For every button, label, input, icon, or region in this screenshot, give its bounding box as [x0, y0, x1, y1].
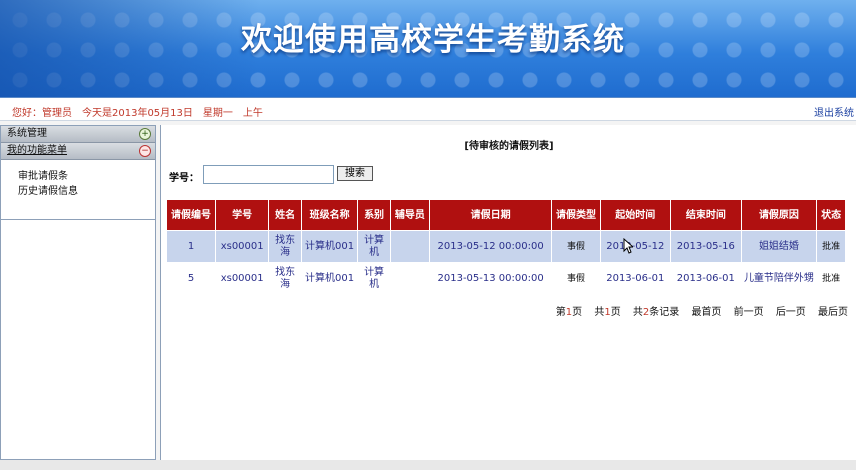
- table-cell: 5: [165, 262, 217, 295]
- table-cell: 2013-06-01: [670, 262, 742, 295]
- total-pages: 共1页: [594, 307, 620, 318]
- greeting-text: 您好：管理员 今天是2013年05月13日 星期一 上午: [12, 108, 263, 119]
- pagination: 第1页 共1页 共2条记录 最首页 前一页 后一页 最后页: [556, 303, 848, 318]
- page-indicator: 第1页: [556, 307, 582, 318]
- sidebar-item-approve[interactable]: 审批请假条: [18, 169, 155, 184]
- total-prefix: 共: [594, 307, 605, 318]
- col-header: 辅导员: [389, 199, 430, 231]
- col-header: 学号: [215, 199, 270, 231]
- first-page-link[interactable]: 最首页: [691, 307, 721, 318]
- page-suffix: 页: [572, 307, 583, 318]
- student-id-label: 学号：: [169, 173, 199, 184]
- table-cell: 事假: [551, 262, 601, 295]
- sidebar-menu-list: 审批请假条 历史请假信息: [1, 160, 155, 220]
- app-title: 欢迎使用高校学生考勤系统: [241, 22, 625, 58]
- table-cell: xs00001: [215, 262, 270, 295]
- table-cell: 找东海: [268, 262, 302, 295]
- records-prefix: 共: [632, 307, 643, 318]
- info-bar: 您好：管理员 今天是2013年05月13日 星期一 上午 退出系统: [0, 97, 856, 121]
- col-header: 系别: [357, 199, 391, 231]
- record-count: 共2条记录: [633, 307, 679, 318]
- approve-link[interactable]: 批准: [816, 262, 846, 295]
- plus-circle-icon[interactable]: +: [139, 128, 151, 140]
- table-cell: 事假: [551, 230, 601, 263]
- sidebar: 系统管理 + 我的功能菜单 − 审批请假条 历史请假信息: [0, 125, 156, 460]
- col-header: 请假编号: [165, 199, 217, 231]
- table-cell: 计算机: [357, 230, 391, 263]
- table-cell: [389, 262, 430, 295]
- col-header: 请假日期: [428, 199, 553, 231]
- table-cell: 2013-05-16: [670, 230, 742, 263]
- col-header: 结束时间: [670, 199, 742, 231]
- sidebar-section-system[interactable]: 系统管理 +: [1, 126, 155, 143]
- status-strip: [0, 460, 856, 470]
- list-title: [待审核的请假列表]: [464, 141, 554, 152]
- total-suffix: 页: [610, 307, 621, 318]
- mouse-cursor-icon: [623, 238, 633, 254]
- sidebar-section-label: 系统管理: [7, 128, 47, 139]
- last-page-link[interactable]: 最后页: [818, 307, 848, 318]
- table-cell: 儿童节陪伴外甥: [740, 262, 818, 295]
- approve-link[interactable]: 批准: [816, 230, 846, 263]
- table-cell: xs00001: [215, 230, 270, 263]
- table-cell: 找东海: [268, 230, 302, 263]
- col-header: 请假原因: [740, 199, 818, 231]
- main-content: [待审核的请假列表] 学号： 搜索 请假编号 学号 姓名 班级名称 系别 辅导员…: [160, 125, 856, 460]
- table-cell: 2013-05-13 00:00:00: [428, 262, 553, 295]
- sidebar-section-label: 我的功能菜单: [7, 145, 67, 156]
- student-id-input[interactable]: [203, 165, 334, 184]
- col-header: 起始时间: [599, 199, 672, 231]
- search-button[interactable]: 搜索: [337, 166, 373, 181]
- col-header: 班级名称: [300, 199, 359, 231]
- col-header: 姓名: [268, 199, 302, 231]
- prev-page-link[interactable]: 前一页: [734, 307, 764, 318]
- next-page-link[interactable]: 后一页: [776, 307, 806, 318]
- col-header: 状态: [816, 199, 846, 231]
- sidebar-item-history[interactable]: 历史请假信息: [18, 184, 155, 199]
- table-row[interactable]: 5 xs00001 找东海 计算机001 计算机 2013-05-13 00:0…: [165, 262, 846, 295]
- table-cell: 2013-05-12: [599, 230, 672, 263]
- table-cell: [389, 230, 430, 263]
- leave-table: 请假编号 学号 姓名 班级名称 系别 辅导员 请假日期 请假类型 起始时间 结束…: [165, 199, 846, 295]
- header-banner: 欢迎使用高校学生考勤系统: [0, 0, 856, 97]
- minus-circle-icon[interactable]: −: [139, 145, 151, 157]
- table-cell: 2013-06-01: [599, 262, 672, 295]
- table-cell: 1: [165, 230, 217, 263]
- table-header-row: 请假编号 学号 姓名 班级名称 系别 辅导员 请假日期 请假类型 起始时间 结束…: [165, 199, 846, 231]
- table-cell: 姐姐结婚: [740, 230, 818, 263]
- table-cell: 计算机001: [300, 262, 359, 295]
- records-suffix: 条记录: [649, 307, 680, 318]
- page-prefix: 第: [555, 307, 566, 318]
- logout-link[interactable]: 退出系统: [814, 104, 854, 119]
- table-cell: 计算机001: [300, 230, 359, 263]
- table-cell: 2013-05-12 00:00:00: [428, 230, 553, 263]
- table-cell: 计算机: [357, 262, 391, 295]
- col-header: 请假类型: [551, 199, 601, 231]
- table-row[interactable]: 1 xs00001 找东海 计算机001 计算机 2013-05-12 00:0…: [165, 230, 846, 263]
- sidebar-section-menu[interactable]: 我的功能菜单 −: [1, 143, 155, 160]
